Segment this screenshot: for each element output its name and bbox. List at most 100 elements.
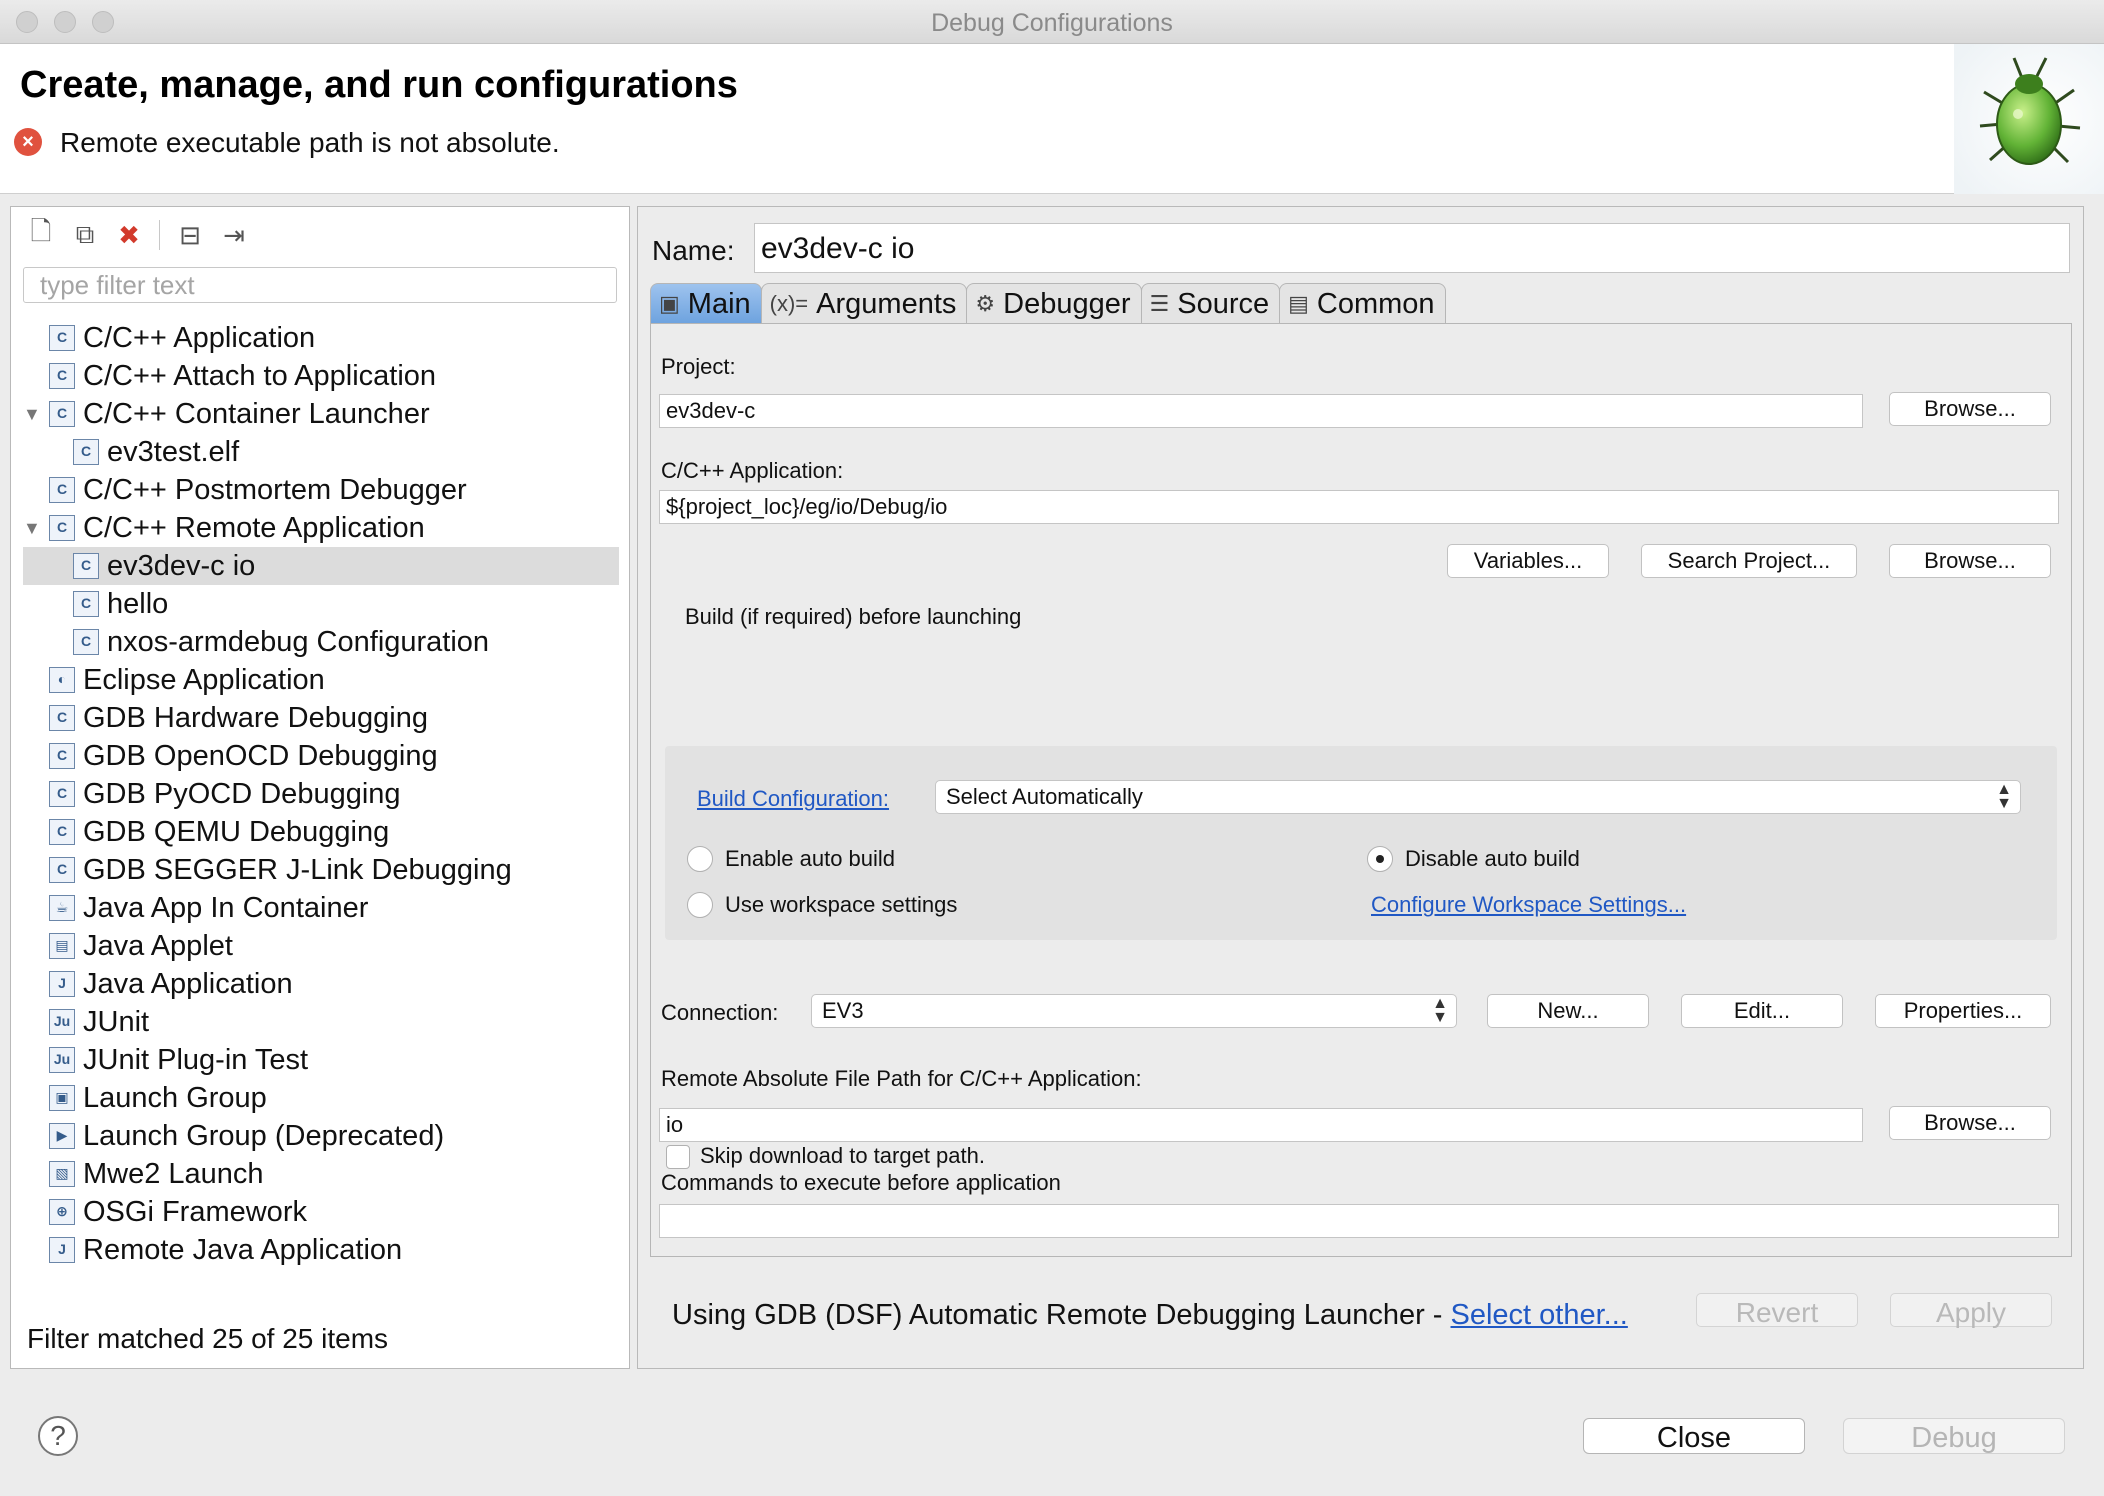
connection-edit-button[interactable]: Edit... [1681, 994, 1843, 1028]
tree-item-label: C/C++ Container Launcher [83, 398, 430, 430]
tree-item-label: GDB QEMU Debugging [83, 816, 390, 848]
tab-source[interactable]: ☰ Source [1140, 283, 1281, 323]
close-button[interactable]: Close [1583, 1418, 1805, 1454]
tree-item[interactable]: Cnxos-armdebug Configuration [11, 623, 629, 661]
arguments-tab-icon: (x)= [769, 290, 809, 316]
commands-label: Commands to execute before application [661, 1170, 1061, 1195]
tree-item[interactable]: C GDB OpenOCD Debugging [11, 737, 629, 775]
tree-item[interactable]: Chello [11, 585, 629, 623]
configuration-list-panel: 🗋 ⧉ ✖ ⊟ ⇥ type filter text C C/C++ Applic… [10, 206, 630, 1369]
c-icon: C [49, 401, 75, 427]
junit-icon: Ju [49, 1009, 75, 1035]
osgi-icon: ⊕ [49, 1199, 75, 1225]
tree-item-label: ev3test.elf [107, 436, 240, 468]
variables-button[interactable]: Variables... [1447, 544, 1609, 578]
tree-item-label: Eclipse Application [83, 664, 325, 696]
duplicate-icon[interactable]: ⧉ [67, 217, 103, 253]
remote-path-label: Remote Absolute File Path for C/C++ Appl… [661, 1066, 1142, 1091]
tree-item[interactable]: Ju JUnit Plug-in Test [11, 1041, 629, 1079]
tree-item[interactable]: J Java Application [11, 965, 629, 1003]
connection-select[interactable]: EV3 ▲ ▼ [811, 994, 1457, 1028]
project-field[interactable]: ev3dev-c [659, 394, 1863, 428]
skip-download-label: Skip download to target path. [700, 1143, 985, 1168]
tree-item[interactable]: ▤ Java Applet [11, 927, 629, 965]
new-configuration-icon[interactable]: 🗋 [23, 216, 59, 253]
common-tab-icon: ▤ [1288, 290, 1309, 316]
expand-arrow-icon[interactable]: ▼ [23, 395, 41, 433]
tree-item[interactable]: ▣ Launch Group [11, 1079, 629, 1117]
tree-item[interactable]: ▧ Mwe2 Launch [11, 1155, 629, 1193]
tree-item-label: JUnit [83, 1006, 150, 1038]
search-project-button[interactable]: Search Project... [1641, 544, 1857, 578]
tree-item-label: Launch Group [83, 1082, 267, 1114]
tree-item[interactable]: C GDB SEGGER J-Link Debugging [11, 851, 629, 889]
filter-input[interactable]: type filter text [23, 267, 617, 303]
tab-main[interactable]: ▣ Main [650, 283, 762, 323]
tree-item-label: hello [107, 588, 169, 620]
enable-auto-build-radio[interactable] [687, 846, 713, 872]
tree-item[interactable]: C GDB QEMU Debugging [11, 813, 629, 851]
tree-item[interactable]: ⊕ OSGi Framework [11, 1193, 629, 1231]
mwe2-icon: ▧ [49, 1161, 75, 1187]
project-browse-button[interactable]: Browse... [1889, 392, 2051, 426]
build-group-label: Build (if required) before launching [685, 604, 1022, 629]
tree-item[interactable]: ▼ C C/C++ Remote Application [11, 509, 629, 547]
connection-value: EV3 [822, 998, 864, 1023]
remote-java-icon: J [49, 1237, 75, 1263]
tree-item-label: GDB OpenOCD Debugging [83, 740, 438, 772]
expand-arrow-icon[interactable]: ▼ [23, 509, 41, 547]
launcher-text: Using GDB (DSF) Automatic Remote Debuggi… [672, 1299, 1451, 1331]
c-icon: C [49, 325, 75, 351]
apply-button[interactable]: Apply [1890, 1293, 2052, 1328]
tab-bar: ▣ Main (x)= Arguments ⚙ Debugger ☰ Source ▤ Commo… [650, 283, 1446, 323]
remote-path-field[interactable]: io [659, 1108, 1863, 1142]
connection-label: Connection: [661, 1000, 779, 1025]
tree-item[interactable]: C GDB Hardware Debugging [11, 699, 629, 737]
build-group: Build Configuration: Select Automaticall… [665, 746, 2057, 940]
skip-download-checkbox[interactable] [666, 1145, 690, 1169]
tree-item[interactable]: Cev3test.elf [11, 433, 629, 471]
collapse-all-icon[interactable]: ⊟ [172, 217, 208, 253]
connection-new-button[interactable]: New... [1487, 994, 1649, 1028]
application-browse-button[interactable]: Browse... [1889, 544, 2051, 578]
tree-item[interactable]: ◐ Eclipse Application [11, 661, 629, 699]
help-icon[interactable]: ? [38, 1416, 78, 1456]
java-application-icon: J [49, 971, 75, 997]
c-icon: C [49, 819, 75, 845]
tree-item[interactable]: Ju JUnit [11, 1003, 629, 1041]
tree-item[interactable]: C C/C++ Attach to Application [11, 357, 629, 395]
disable-auto-build-radio[interactable] [1367, 846, 1393, 872]
select-other-link[interactable]: Select other... [1451, 1299, 1628, 1331]
name-input[interactable]: ev3dev-c io [754, 223, 2070, 273]
c-icon: C [49, 857, 75, 883]
tree-item[interactable]: Cev3dev-c io [23, 547, 619, 585]
remote-path-browse-button[interactable]: Browse... [1889, 1106, 2051, 1140]
revert-button[interactable]: Revert [1696, 1293, 1858, 1328]
configure-workspace-link[interactable]: Configure Workspace Settings... [1371, 892, 1686, 918]
tab-arguments[interactable]: (x)= Arguments [760, 283, 968, 323]
tree-item[interactable]: ▼ C C/C++ Container Launcher [11, 395, 629, 433]
tree-item[interactable]: ▶ Launch Group (Deprecated) [11, 1117, 629, 1155]
tree-item[interactable]: C C/C++ Application [11, 319, 629, 357]
application-field[interactable]: ${project_loc}/eg/io/Debug/io [659, 490, 2059, 524]
delete-icon[interactable]: ✖ [111, 217, 147, 253]
commands-field[interactable] [659, 1204, 2059, 1238]
build-configuration-link[interactable]: Build Configuration: [697, 786, 889, 812]
filter-menu-icon[interactable]: ⇥ [216, 217, 252, 253]
tree-item[interactable]: ☕ Java App In Container [11, 889, 629, 927]
use-workspace-radio[interactable] [687, 892, 713, 918]
connection-properties-button[interactable]: Properties... [1875, 994, 2051, 1028]
java-container-icon: ☕ [49, 895, 75, 921]
tree-item[interactable]: J Remote Java Application [11, 1231, 629, 1269]
c-icon: C [49, 743, 75, 769]
window-title: Debug Configurations [931, 9, 1173, 37]
build-configuration-select[interactable]: Select Automatically ▲ ▼ [935, 780, 2021, 814]
tree-item-label: nxos-armdebug Configuration [107, 626, 490, 658]
tree-item[interactable]: C C/C++ Postmortem Debugger [11, 471, 629, 509]
debug-button[interactable]: Debug [1843, 1418, 2065, 1454]
c-icon: C [73, 439, 99, 465]
tree-item[interactable]: C GDB PyOCD Debugging [11, 775, 629, 813]
tab-common[interactable]: ▤ Common [1279, 283, 1446, 323]
c-icon: C [49, 781, 75, 807]
tab-debugger[interactable]: ⚙ Debugger [966, 283, 1142, 323]
